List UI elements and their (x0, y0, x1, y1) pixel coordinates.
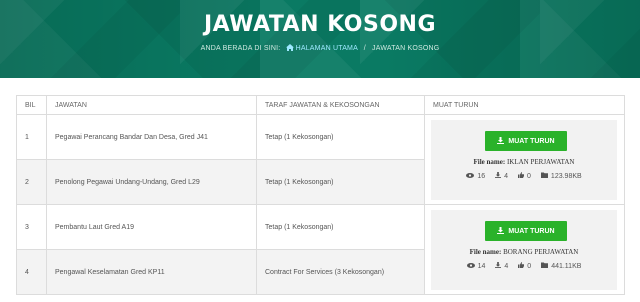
file-name-line: File name: BORANG PERJAWATAN (431, 248, 617, 256)
job-title: Penolong Pegawai Undang-Undang, Gred L29 (46, 159, 257, 205)
table-header-row: BIL JAWATAN TARAF JAWATAN & KEKOSONGAN M… (16, 95, 625, 115)
row-number: 2 (16, 159, 47, 205)
breadcrumb-prefix: ANDA BERADA DI SINI: (200, 45, 281, 52)
vacancy-table-container: BIL JAWATAN TARAF JAWATAN & KEKOSONGAN M… (16, 95, 625, 295)
thumbs-up-icon (518, 172, 525, 180)
table-row: 3 Pembantu Laut Gred A19 Tetap (1 Kekoso… (16, 204, 625, 295)
job-status: Tetap (1 Kekosongan) (256, 204, 425, 250)
job-title: Pembantu Laut Gred A19 (46, 204, 257, 250)
like-count: 0 (518, 172, 531, 180)
breadcrumb-home-link[interactable]: HALAMAN UTAMA (296, 45, 358, 52)
eye-icon (466, 172, 475, 180)
download-icon (495, 262, 502, 270)
row-number: 3 (16, 204, 47, 250)
job-status: Contract For Services (3 Kekosongan) (256, 249, 425, 295)
folder-icon (540, 172, 548, 180)
table-row: 1 Pegawai Perancang Bandar Dan Desa, Gre… (16, 114, 625, 205)
file-name-label: File name: (473, 158, 506, 166)
download-icon (497, 226, 505, 236)
row-number: 4 (16, 249, 47, 295)
job-status: Tetap (1 Kekosongan) (256, 114, 425, 160)
download-panel: MUAT TURUN File name: IKLAN PERJAWATAN 1… (431, 120, 617, 200)
download-panel: MUAT TURUN File name: BORANG PERJAWATAN … (431, 210, 617, 290)
page-header: JAWATAN KOSONG ANDA BERADA DI SINI: HALA… (0, 0, 640, 78)
download-cell: MUAT TURUN File name: IKLAN PERJAWATAN 1… (424, 114, 625, 205)
view-count: 14 (466, 262, 485, 270)
column-header-jawatan: JAWATAN (46, 95, 257, 115)
file-name: BORANG PERJAWATAN (503, 248, 579, 256)
download-cell: MUAT TURUN File name: BORANG PERJAWATAN … (424, 204, 625, 295)
home-icon[interactable] (285, 44, 294, 53)
file-name: IKLAN PERJAWATAN (506, 158, 575, 166)
download-button[interactable]: MUAT TURUN (485, 131, 567, 151)
page-title: JAWATAN KOSONG (204, 12, 436, 37)
job-title: Pegawai Perancang Bandar Dan Desa, Gred … (46, 114, 257, 160)
view-count: 16 (466, 172, 485, 180)
eye-icon (466, 262, 475, 270)
file-stats: 14 4 0 441.11KB (431, 262, 617, 270)
breadcrumb-current: JAWATAN KOSONG (372, 45, 440, 52)
download-icon (495, 172, 502, 180)
breadcrumb: ANDA BERADA DI SINI: HALAMAN UTAMA / JAW… (0, 44, 640, 53)
file-size: 441.11KB (541, 262, 581, 270)
like-count: 0 (518, 262, 531, 270)
file-size: 123.98KB (540, 172, 582, 180)
file-stats: 16 4 0 123.98KB (431, 172, 617, 180)
column-header-muat-turun: MUAT TURUN (424, 95, 625, 115)
download-button-label: MUAT TURUN (508, 227, 555, 235)
thumbs-up-icon (518, 262, 525, 270)
download-button[interactable]: MUAT TURUN (485, 221, 567, 241)
download-button-label: MUAT TURUN (508, 137, 555, 145)
column-header-taraf: TARAF JAWATAN & KEKOSONGAN (256, 95, 425, 115)
download-count: 4 (495, 172, 508, 180)
job-status: Tetap (1 Kekosongan) (256, 159, 425, 205)
vacancy-table: BIL JAWATAN TARAF JAWATAN & KEKOSONGAN M… (16, 95, 625, 295)
file-name-label: File name: (469, 248, 502, 256)
job-title: Pengawal Keselamatan Gred KP11 (46, 249, 257, 295)
download-icon (497, 136, 505, 146)
row-number: 1 (16, 114, 47, 160)
folder-icon (541, 262, 549, 270)
download-count: 4 (495, 262, 508, 270)
column-header-bil: BIL (16, 95, 47, 115)
file-name-line: File name: IKLAN PERJAWATAN (431, 158, 617, 166)
breadcrumb-separator: / (363, 45, 366, 52)
